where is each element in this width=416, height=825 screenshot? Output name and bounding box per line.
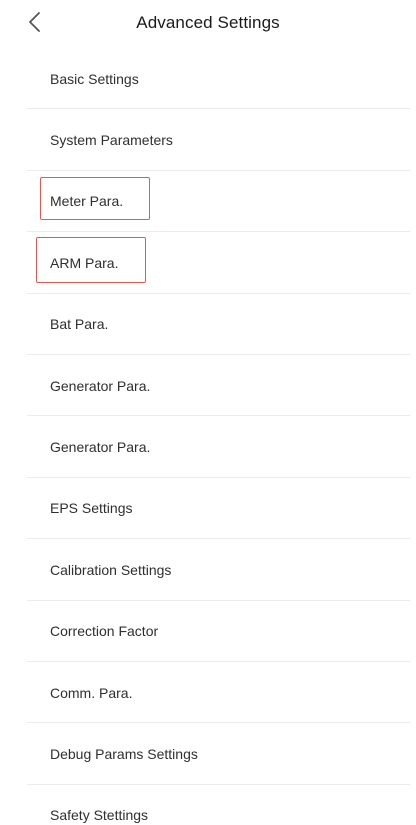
menu-item-label: Debug Params Settings bbox=[50, 745, 198, 762]
menu-item-generator-para-2[interactable]: Generator Para. bbox=[0, 416, 416, 479]
menu-item-basic-settings[interactable]: Basic Settings bbox=[0, 48, 416, 110]
page-title: Advanced Settings bbox=[136, 13, 280, 32]
menu-item-label: System Parameters bbox=[50, 132, 173, 149]
menu-item-label: Meter Para. bbox=[50, 193, 124, 210]
header: Advanced Settings bbox=[0, 0, 416, 48]
menu-item-label: Correction Factor bbox=[50, 623, 159, 640]
menu-item-label: Bat Para. bbox=[50, 316, 109, 333]
menu-item-system-parameters[interactable]: System Parameters bbox=[0, 109, 416, 172]
menu-item-bat-para[interactable]: Bat Para. bbox=[0, 294, 416, 356]
menu-item-calibration-settings[interactable]: Calibration Settings bbox=[0, 539, 416, 601]
menu-item-debug-params-settings[interactable]: Debug Params Settings bbox=[0, 723, 416, 786]
menu-item-arm-para[interactable]: ARM Para. bbox=[0, 232, 416, 294]
menu-item-label: Safety Stettings bbox=[50, 807, 149, 824]
advanced-settings-screen: Advanced Settings Basic Settings System … bbox=[0, 0, 416, 825]
menu-item-label: EPS Settings bbox=[50, 500, 133, 517]
menu-item-correction-factor[interactable]: Correction Factor bbox=[0, 601, 416, 663]
menu-item-label: Generator Para. bbox=[50, 377, 151, 394]
menu-item-label: Basic Settings bbox=[50, 70, 139, 87]
menu-item-generator-para[interactable]: Generator Para. bbox=[0, 355, 416, 417]
menu-item-comm-para[interactable]: Comm. Para. bbox=[0, 662, 416, 724]
menu-item-label: ARM Para. bbox=[50, 254, 119, 271]
menu-item-label: Comm. Para. bbox=[50, 684, 133, 701]
menu-item-meter-para[interactable]: Meter Para. bbox=[0, 171, 416, 233]
menu-item-label: Generator Para. bbox=[50, 439, 151, 456]
settings-menu-list: Basic Settings System Parameters Meter P… bbox=[0, 48, 416, 825]
menu-item-eps-settings[interactable]: EPS Settings bbox=[0, 478, 416, 540]
menu-item-label: Calibration Settings bbox=[50, 561, 172, 578]
menu-item-safety-settings[interactable]: Safety Stettings bbox=[0, 785, 416, 825]
